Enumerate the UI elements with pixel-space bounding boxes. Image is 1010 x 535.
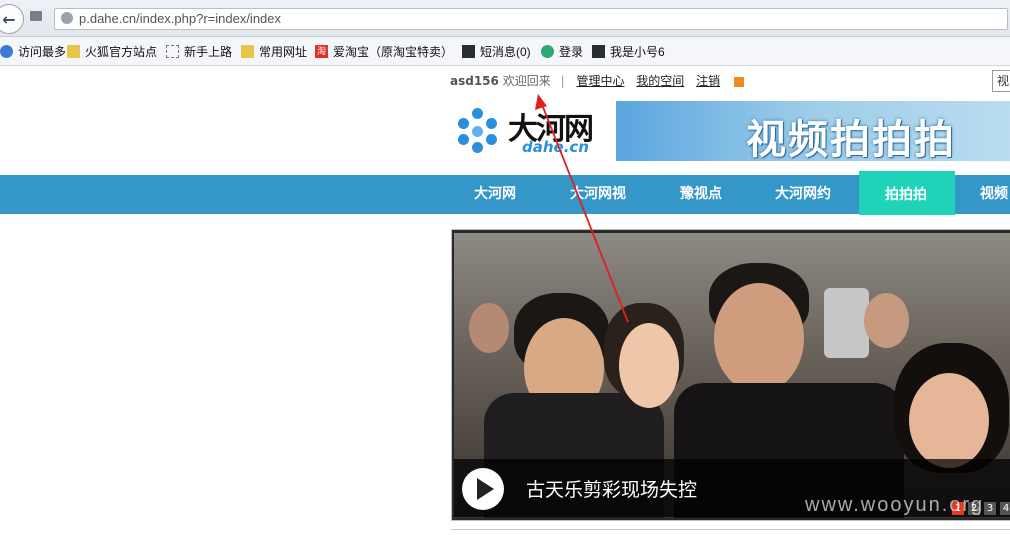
tab-groups-icon[interactable]	[30, 11, 42, 21]
bookmark-label: 访问最多	[18, 45, 67, 59]
nav-item-video[interactable]: 视频	[980, 175, 1008, 214]
divider	[451, 529, 1010, 530]
bookmark-label: 新手上路	[184, 45, 233, 59]
folder-icon	[241, 45, 254, 58]
watermark: www.wooyun.org	[805, 494, 985, 516]
bookmark-label: 登录	[559, 45, 584, 59]
bookmark-common-sites[interactable]: 常用网址	[241, 43, 307, 60]
pager-dot[interactable]: 4	[1000, 502, 1010, 515]
pager-dot[interactable]: 3	[984, 502, 996, 515]
slide-caption[interactable]: 古天乐剪彩现场失控	[526, 475, 697, 502]
logo-mark-icon	[458, 108, 502, 153]
username: asd156	[450, 74, 499, 88]
bookmark-most-visited[interactable]: 访问最多	[0, 43, 66, 60]
bookmark-label: 短消息(0)	[480, 45, 531, 59]
address-bar[interactable]: p.dahe.cn/index.php?r=index/index	[54, 8, 1008, 30]
welcome-text: 欢迎回来	[502, 74, 551, 88]
globe-icon	[61, 12, 73, 24]
bookmark-aitaobao[interactable]: 淘 爱淘宝（原淘宝特卖）	[315, 43, 453, 60]
nav-item-dahe-yue[interactable]: 大河网约	[775, 175, 831, 214]
nav-item-paipaipai[interactable]: 拍拍拍	[859, 171, 955, 215]
browser-toolbar: ← p.dahe.cn/index.php?r=index/index	[0, 0, 1010, 37]
bookmark-getting-started[interactable]: 新手上路	[166, 43, 232, 60]
admin-center-link[interactable]: 管理中心	[576, 74, 624, 88]
user-bar: asd156 欢迎回来 | 管理中心 我的空间 注销	[450, 72, 744, 89]
nav-item-dahe-tv[interactable]: 大河网视	[570, 175, 626, 214]
rss-icon[interactable]	[733, 76, 744, 87]
play-icon[interactable]	[462, 468, 504, 510]
nav-item-label: 拍拍拍	[885, 187, 927, 203]
message-icon	[462, 45, 475, 58]
banner-title: 视频拍拍拍	[746, 117, 956, 161]
logo-sub: dahe.cn	[522, 138, 589, 156]
photo-slider[interactable]: 古天乐剪彩现场失控 1 2 3 4	[451, 229, 1010, 521]
separator: |	[560, 74, 565, 88]
bookmarks-bar: 访问最多 火狐官方站点 新手上路 常用网址 淘 爱淘宝（原淘宝特卖） 短消息(0…	[0, 37, 1010, 66]
taobao-icon: 淘	[315, 45, 328, 58]
my-space-link[interactable]: 我的空间	[636, 74, 684, 88]
back-button[interactable]: ←	[0, 4, 24, 34]
bookmark-icon	[0, 45, 13, 58]
nav-item-dahe[interactable]: 大河网	[474, 175, 516, 214]
login-icon	[541, 45, 554, 58]
bookmark-label: 火狐官方站点	[85, 45, 158, 59]
folder-icon	[67, 45, 80, 58]
bookmark-label: 爱淘宝（原淘宝特卖）	[333, 45, 454, 59]
bookmark-firefox-site[interactable]: 火狐官方站点	[67, 43, 157, 60]
page-icon	[166, 45, 179, 58]
bookmark-login[interactable]: 登录	[541, 43, 583, 60]
site-logo[interactable]: 大河网 dahe.cn	[458, 104, 608, 156]
nav-item-yushidian[interactable]: 豫视点	[680, 175, 722, 214]
video-banner[interactable]: 视频拍拍拍	[616, 101, 1010, 161]
corner-input[interactable]: 视	[992, 70, 1010, 92]
bookmark-user[interactable]: 我是小号6	[592, 43, 665, 60]
logout-link[interactable]: 注销	[696, 74, 720, 88]
url-text: p.dahe.cn/index.php?r=index/index	[79, 11, 282, 26]
bookmark-label: 常用网址	[259, 45, 308, 59]
user-icon	[592, 45, 605, 58]
bookmark-label: 我是小号6	[610, 45, 665, 59]
bookmark-messages[interactable]: 短消息(0)	[462, 43, 531, 60]
